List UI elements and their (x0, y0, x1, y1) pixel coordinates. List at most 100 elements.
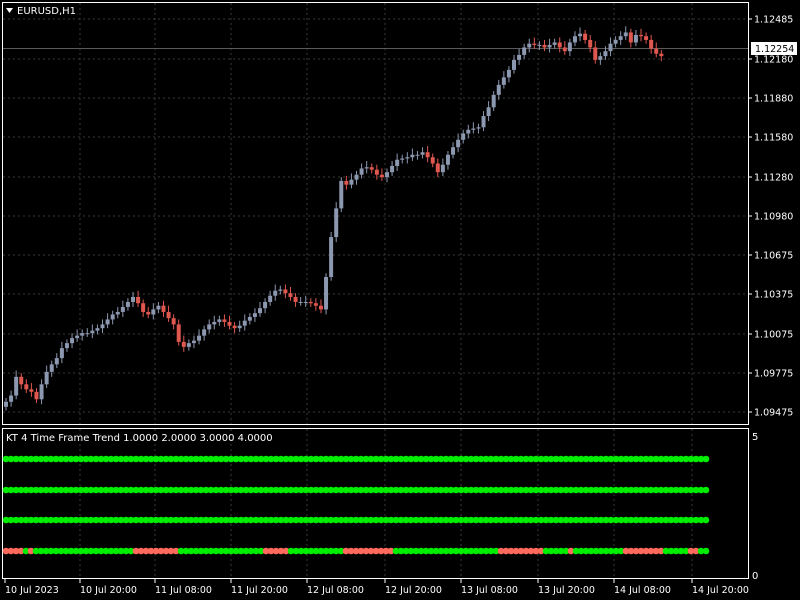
price-axis-label: 1.11880 (754, 94, 793, 105)
time-axis-label: 12 Jul 08:00 (307, 585, 364, 596)
bull-candle (527, 43, 532, 48)
bull-candle (191, 340, 196, 344)
bear-candle (141, 303, 146, 312)
bear-candle (628, 32, 633, 43)
bull-candle (496, 84, 501, 95)
bear-candle (659, 53, 664, 57)
candlestick-series (4, 26, 664, 411)
bear-candle (344, 180, 349, 185)
bull-candle (237, 325, 242, 329)
time-axis-label: 14 Jul 20:00 (692, 585, 749, 596)
bull-candle (486, 107, 491, 117)
time-axis-label: 11 Jul 20:00 (231, 585, 288, 596)
bull-candle (537, 44, 542, 46)
bull-candle (618, 36, 623, 40)
bull-candle (4, 401, 8, 407)
bull-candle (151, 309, 156, 315)
bull-candle (633, 34, 638, 43)
bear-candle (136, 296, 141, 304)
price-axis-label: 1.09775 (754, 369, 793, 380)
bull-candle (395, 159, 400, 166)
bull-candle (39, 384, 44, 400)
dropdown-arrow-icon[interactable] (6, 8, 13, 13)
bull-candle (491, 94, 496, 108)
bull-candle (547, 44, 552, 48)
bull-candle (9, 395, 14, 402)
time-axis-label: 12 Jul 20:00 (385, 585, 442, 596)
bull-candle (197, 335, 202, 341)
bull-candle (202, 329, 207, 336)
bull-candle (522, 47, 527, 55)
bull-candle (349, 179, 354, 185)
bear-candle (146, 311, 151, 315)
trend-dot (702, 516, 710, 524)
price-axis-label: 1.10980 (754, 212, 793, 223)
bull-candle (303, 301, 308, 303)
bull-candle (420, 152, 425, 155)
bull-candle (324, 277, 329, 310)
bull-candle (517, 54, 522, 60)
bear-candle (313, 303, 318, 306)
bear-candle (29, 389, 34, 392)
bear-candle (430, 157, 435, 164)
bull-candle (90, 330, 95, 334)
bull-candle (273, 290, 278, 296)
price-axis-label: 1.09475 (754, 408, 793, 419)
symbol-timeframe-label[interactable]: EURUSD,H1 (17, 6, 76, 17)
indicator-pane-frame (2, 428, 749, 579)
bull-candle (410, 154, 415, 158)
price-axis-label: 1.11580 (754, 133, 793, 144)
bull-candle (207, 324, 212, 330)
bull-candle (252, 313, 257, 317)
bull-candle (456, 139, 461, 148)
bull-candle (80, 333, 85, 336)
bear-candle (588, 39, 593, 48)
bull-candle (512, 59, 516, 70)
time-axis-label: 14 Jul 08:00 (614, 585, 671, 596)
bear-candle (374, 169, 379, 175)
price-axis-label: 1.11280 (754, 173, 793, 184)
bull-candle (258, 308, 262, 314)
bear-candle (34, 391, 39, 400)
bull-candle (125, 301, 130, 307)
bull-candle (54, 358, 59, 365)
bear-candle (232, 325, 237, 329)
bull-candle (400, 158, 405, 160)
bear-candle (293, 296, 298, 302)
bull-candle (212, 321, 217, 325)
bear-candle (435, 163, 440, 173)
bull-candle (110, 314, 115, 320)
bull-candle (247, 316, 252, 321)
bull-candle (85, 333, 90, 335)
bull-candle (131, 296, 135, 302)
bull-candle (364, 167, 369, 169)
bear-candle (318, 305, 323, 310)
bull-candle (572, 36, 577, 43)
indicator-scale-min: 0 (752, 571, 758, 582)
bear-candle (562, 47, 567, 52)
bull-candle (156, 305, 161, 310)
bull-candle (339, 180, 344, 209)
price-axis-label: 1.10075 (754, 330, 793, 341)
bull-candle (95, 328, 100, 331)
price-pane-frame (2, 2, 749, 425)
bull-candle (461, 133, 466, 140)
time-axis-label: 13 Jul 20:00 (538, 585, 595, 596)
trading-chart-window[interactable]: EURUSD,H1 1.124851.121801.118801.115801.… (0, 0, 800, 600)
bull-candle (405, 157, 410, 159)
trend-dots (2, 455, 710, 555)
bull-candle (14, 376, 19, 396)
indicator-scale-max: 5 (752, 432, 758, 443)
bull-candle (100, 324, 105, 329)
current-price-value: 1.12254 (755, 44, 794, 55)
bear-candle (644, 36, 649, 40)
bear-candle (649, 39, 654, 49)
bear-candle (379, 174, 384, 178)
bull-candle (567, 42, 572, 52)
bull-candle (623, 32, 628, 37)
bull-candle (217, 319, 222, 322)
time-axis-label: 10 Jul 2023 (5, 585, 59, 596)
bull-candle (466, 129, 471, 134)
trend-dot (702, 547, 710, 555)
bull-candle (613, 39, 618, 44)
